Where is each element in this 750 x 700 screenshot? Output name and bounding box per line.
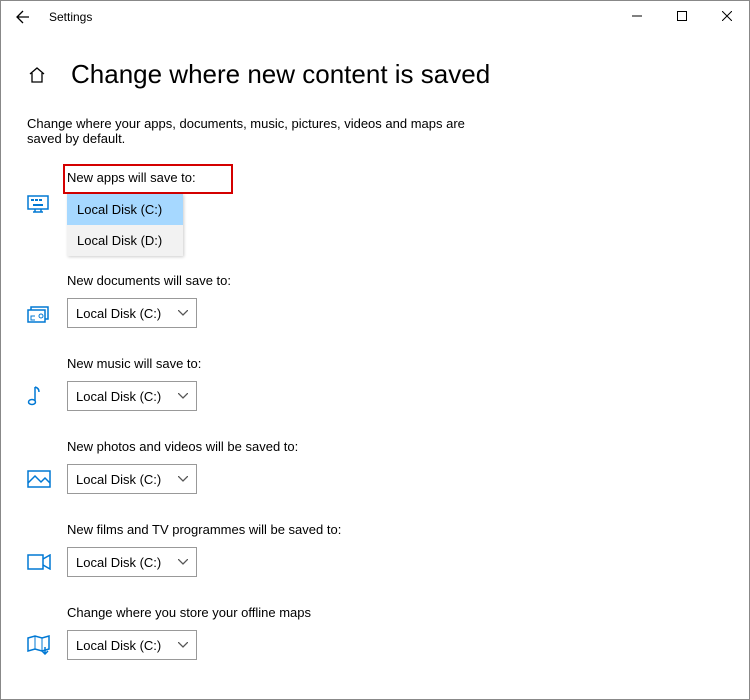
films-icon [27, 554, 51, 570]
music-dropdown-value: Local Disk (C:) [76, 389, 161, 404]
page-heading: Change where new content is saved [71, 59, 490, 90]
section-music-label: New music will save to: [67, 356, 723, 371]
section-apps: New apps will save to: Local Disk (C:) L… [27, 170, 723, 213]
close-icon [722, 11, 732, 21]
maximize-button[interactable] [659, 1, 704, 31]
photos-icon [27, 470, 51, 488]
section-photos-label: New photos and videos will be saved to: [67, 439, 723, 454]
music-icon [27, 385, 45, 407]
chevron-down-icon [178, 476, 188, 482]
documents-dropdown-value: Local Disk (C:) [76, 306, 161, 321]
close-button[interactable] [704, 1, 749, 31]
chevron-down-icon [178, 559, 188, 565]
back-button[interactable] [7, 1, 39, 33]
window-controls [614, 1, 749, 31]
section-maps: Change where you store your offline maps… [27, 605, 723, 660]
back-arrow-icon [15, 9, 31, 25]
page-title-row: Change where new content is saved [27, 59, 723, 90]
photos-dropdown-value: Local Disk (C:) [76, 472, 161, 487]
section-music: New music will save to: Local Disk (C:) [27, 356, 723, 411]
minimize-icon [632, 11, 642, 21]
apps-dropdown-open: Local Disk (C:) Local Disk (D:) [67, 194, 183, 256]
chevron-down-icon [178, 310, 188, 316]
films-dropdown[interactable]: Local Disk (C:) [67, 547, 197, 577]
section-maps-label: Change where you store your offline maps [67, 605, 723, 620]
documents-dropdown[interactable]: Local Disk (C:) [67, 298, 197, 328]
window-title: Settings [49, 10, 92, 24]
section-documents: New documents will save to: Local Disk (… [27, 273, 723, 328]
maps-dropdown[interactable]: Local Disk (C:) [67, 630, 197, 660]
section-documents-label: New documents will save to: [67, 273, 723, 288]
maps-icon [27, 635, 51, 655]
documents-icon [27, 303, 49, 323]
maps-dropdown-value: Local Disk (C:) [76, 638, 161, 653]
content-area: Change where new content is saved Change… [1, 33, 749, 660]
maximize-icon [677, 11, 687, 21]
photos-dropdown[interactable]: Local Disk (C:) [67, 464, 197, 494]
section-apps-label: New apps will save to: [67, 170, 723, 185]
minimize-button[interactable] [614, 1, 659, 31]
chevron-down-icon [178, 393, 188, 399]
home-icon[interactable] [27, 65, 51, 85]
section-films: New films and TV programmes will be save… [27, 522, 723, 577]
section-films-label: New films and TV programmes will be save… [67, 522, 723, 537]
section-photos: New photos and videos will be saved to: … [27, 439, 723, 494]
films-dropdown-value: Local Disk (C:) [76, 555, 161, 570]
apps-icon [27, 195, 49, 213]
apps-option-d[interactable]: Local Disk (D:) [67, 225, 183, 256]
chevron-down-icon [178, 642, 188, 648]
apps-option-c[interactable]: Local Disk (C:) [67, 194, 183, 225]
music-dropdown[interactable]: Local Disk (C:) [67, 381, 197, 411]
page-description: Change where your apps, documents, music… [27, 116, 497, 146]
